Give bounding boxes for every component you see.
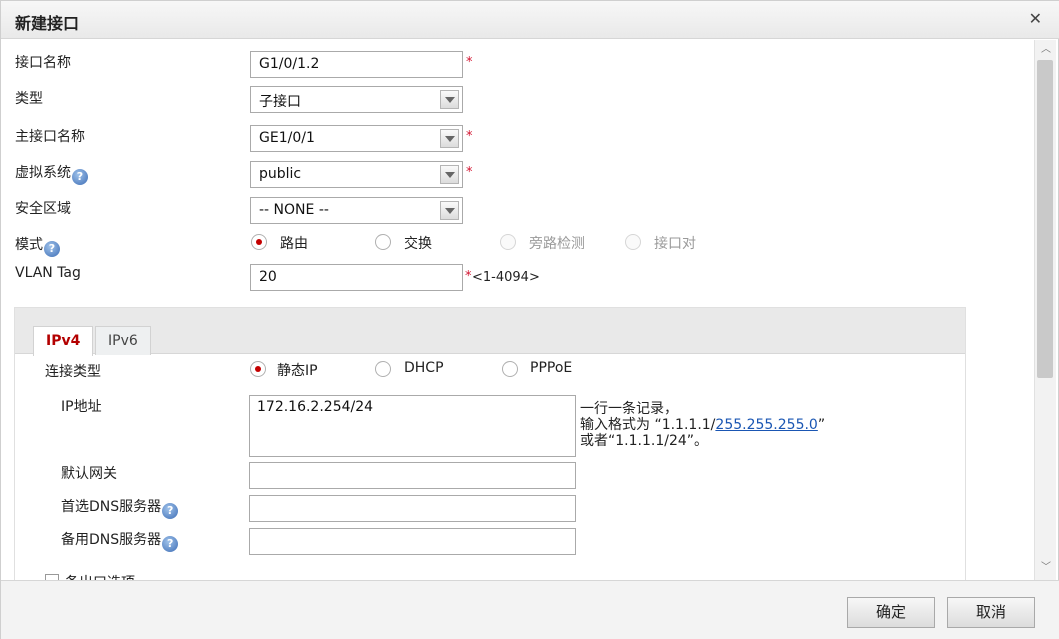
help-icon[interactable]: ? <box>162 503 179 519</box>
ip-address-label: IP地址 <box>61 399 102 415</box>
conn-static-radio[interactable] <box>250 361 266 377</box>
dialog-title: 新建接口 <box>15 14 80 33</box>
secondary-dns-label-text: 备用DNS服务器 <box>61 532 162 548</box>
dialog-content: 接口名称 G1/0/1.2 * 类型 子接口 主接口名称 GE1/0/1 * 虚… <box>1 40 1034 580</box>
chevron-down-icon[interactable] <box>440 201 459 220</box>
mode-pair-radio <box>625 234 641 250</box>
virtual-system-select-value: public <box>259 166 302 182</box>
mode-route-label: 路由 <box>280 236 308 252</box>
primary-dns-label-text: 首选DNS服务器 <box>61 499 162 515</box>
required-marker: * <box>466 165 473 180</box>
mode-label: 模式? <box>15 234 60 257</box>
security-zone-label: 安全区域 <box>15 201 71 217</box>
ip-address-textarea[interactable]: 172.16.2.254/24 <box>249 395 576 457</box>
interface-name-label: 接口名称 <box>15 55 71 71</box>
help-icon[interactable]: ? <box>44 241 60 257</box>
conn-dhcp-label: DHCP <box>404 360 444 376</box>
secondary-dns-label: 备用DNS服务器? <box>61 529 179 552</box>
netmask-format-link[interactable]: 255.255.255.0 <box>715 417 817 433</box>
ip-note-line2-prefix: 输入格式为 “1.1.1.1/ <box>580 417 716 433</box>
virtual-system-label-text: 虚拟系统 <box>15 165 71 181</box>
ip-note-line2-suffix: ” <box>817 417 826 433</box>
ip-format-notes: 一行一条记录， 输入格式为 “1.1.1.1/255.255.255.0” 或者… <box>580 401 825 449</box>
ip-note-line3: 或者“1.1.1.1/24”。 <box>580 433 709 449</box>
required-marker: * <box>466 129 473 144</box>
conn-dhcp-radio[interactable] <box>375 361 391 377</box>
dialog-footer: 确定 取消 <box>1 580 1059 639</box>
required-marker: * <box>466 55 473 70</box>
main-interface-label: 主接口名称 <box>15 129 85 145</box>
virtual-system-label: 虚拟系统? <box>15 162 88 185</box>
vlan-tag-label: VLAN Tag <box>15 265 81 281</box>
connection-type-label: 连接类型 <box>45 364 101 380</box>
vertical-scrollbar[interactable]: ︿ ﹀ <box>1034 40 1056 580</box>
type-select[interactable]: 子接口 <box>250 86 463 113</box>
mode-bypass-label: 旁路检测 <box>529 236 585 252</box>
required-marker: * <box>465 269 472 284</box>
conn-pppoe-radio[interactable] <box>502 361 518 377</box>
secondary-dns-input[interactable] <box>249 528 576 555</box>
main-interface-select-value: GE1/0/1 <box>259 130 315 146</box>
security-zone-select[interactable]: -- NONE -- <box>250 197 463 224</box>
chevron-down-icon[interactable] <box>440 129 459 148</box>
backup-option-label: 备出口选项 <box>65 572 135 580</box>
mode-route-radio[interactable] <box>251 234 267 250</box>
mode-label-text: 模式 <box>15 237 43 253</box>
mode-bypass-radio <box>500 234 516 250</box>
default-gateway-input[interactable] <box>249 462 576 489</box>
tab-ipv4[interactable]: IPv4 <box>33 326 94 356</box>
mode-switch-radio[interactable] <box>375 234 391 250</box>
main-interface-select[interactable]: GE1/0/1 <box>250 125 463 152</box>
scroll-down-icon[interactable]: ﹀ <box>1039 561 1053 575</box>
conn-static-label: 静态IP <box>277 363 318 379</box>
primary-dns-input[interactable] <box>249 495 576 522</box>
help-icon[interactable]: ? <box>162 536 179 552</box>
interface-name-input[interactable]: G1/0/1.2 <box>250 51 463 78</box>
vlan-tag-input[interactable]: 20 <box>250 264 463 291</box>
type-select-value: 子接口 <box>259 94 301 110</box>
ip-note-line1: 一行一条记录， <box>580 401 678 417</box>
chevron-down-icon[interactable] <box>440 165 459 184</box>
help-icon[interactable]: ? <box>72 169 88 185</box>
tab-strip: IPv4 IPv6 <box>15 308 965 356</box>
conn-pppoe-label: PPPoE <box>530 360 573 376</box>
chevron-down-icon[interactable] <box>440 90 459 109</box>
ip-note-line2: 输入格式为 “1.1.1.1/255.255.255.0” <box>580 417 825 433</box>
new-interface-dialog: 新建接口 ✕ 接口名称 G1/0/1.2 * 类型 子接口 主接口名称 GE1/… <box>0 0 1059 639</box>
ok-button[interactable]: 确定 <box>847 597 935 628</box>
scrollbar-thumb[interactable] <box>1037 60 1053 378</box>
security-zone-select-value: -- NONE -- <box>259 202 329 218</box>
cancel-button[interactable]: 取消 <box>947 597 1035 628</box>
type-label: 类型 <box>15 91 43 107</box>
mode-pair-label: 接口对 <box>654 236 696 252</box>
dialog-titlebar: 新建接口 ✕ <box>1 1 1059 39</box>
default-gateway-label: 默认网关 <box>61 466 117 482</box>
vlan-range-hint: <1-4094> <box>472 270 540 285</box>
primary-dns-label: 首选DNS服务器? <box>61 496 179 519</box>
mode-switch-label: 交换 <box>404 236 432 252</box>
scroll-up-icon[interactable]: ︿ <box>1039 43 1053 57</box>
tab-ipv6[interactable]: IPv6 <box>95 326 151 355</box>
close-icon[interactable]: ✕ <box>1029 9 1042 28</box>
virtual-system-select[interactable]: public <box>250 161 463 188</box>
